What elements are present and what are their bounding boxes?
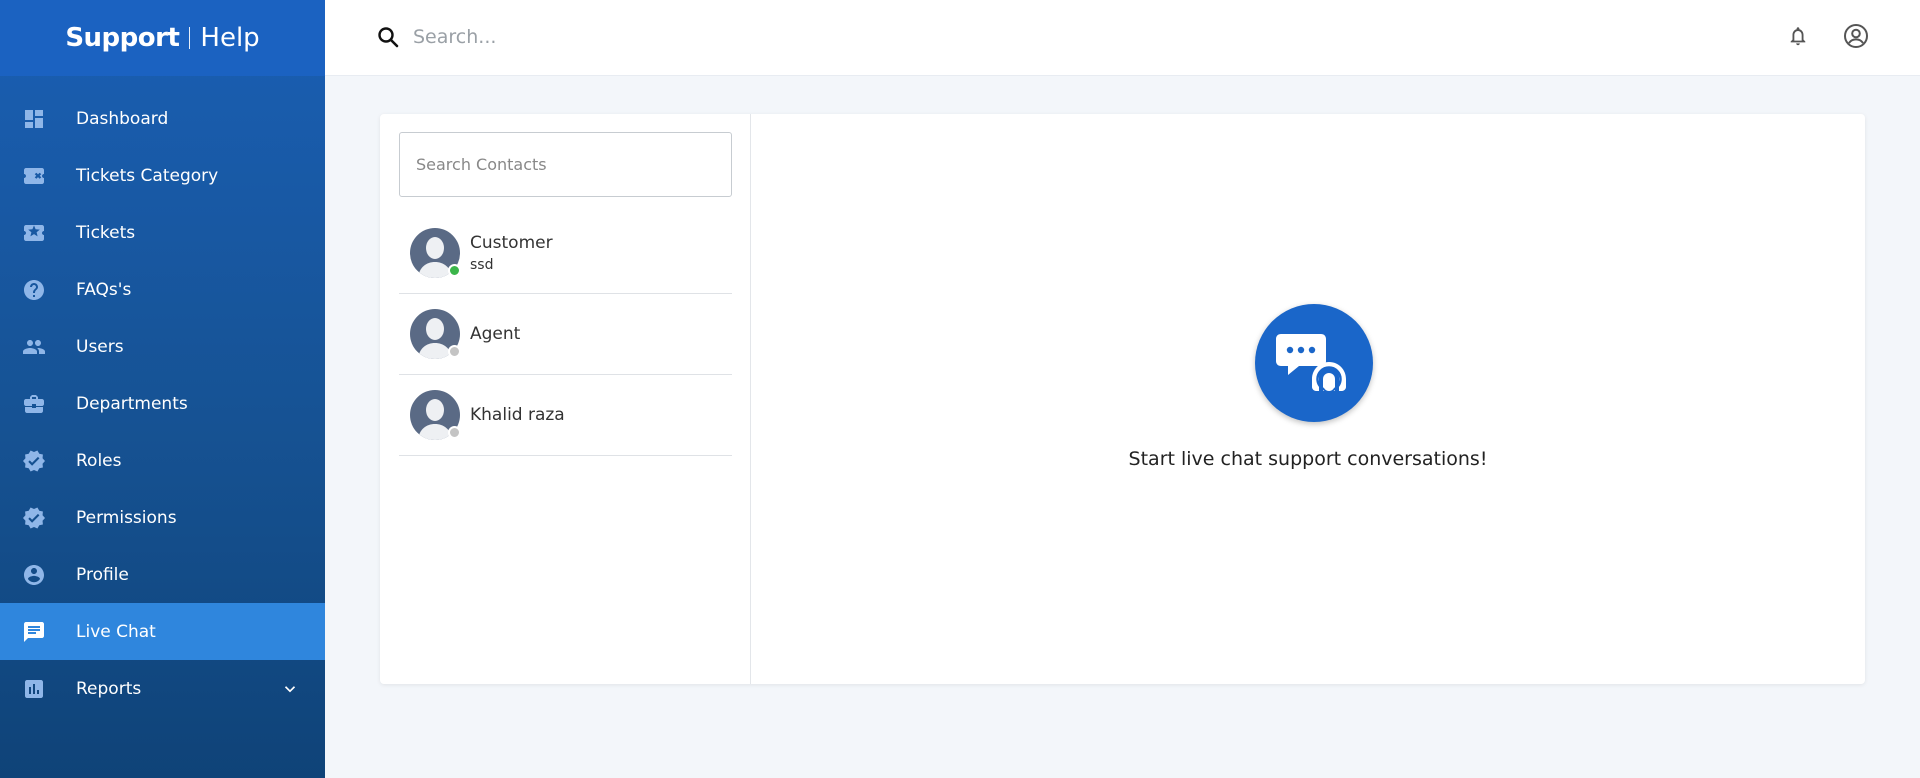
avatar (410, 390, 461, 440)
sidebar-item-label: FAQs's (76, 279, 132, 300)
sidebar-nav: Dashboard Tickets Category Tickets FAQs'… (0, 90, 325, 717)
ticket-icon (22, 221, 46, 245)
help-circle-icon (22, 278, 46, 302)
sidebar-item-label: Permissions (76, 507, 177, 528)
sidebar-item-live-chat[interactable]: Live Chat (0, 603, 325, 660)
sidebar-item-label: Departments (76, 393, 188, 414)
sidebar-item-users[interactable]: Users (0, 318, 325, 375)
user-account-icon[interactable] (1843, 23, 1869, 49)
sidebar-item-profile[interactable]: Profile (0, 546, 325, 603)
sidebar-item-departments[interactable]: Departments (0, 375, 325, 432)
ticket-icon (22, 164, 46, 188)
search-input[interactable] (413, 20, 1013, 54)
brand-primary: Support (65, 23, 180, 53)
search-contacts-input[interactable] (399, 132, 732, 197)
sidebar-item-label: Users (76, 336, 124, 357)
chat-icon (22, 620, 46, 644)
brand-secondary: Help (200, 23, 260, 53)
contact-item-agent[interactable]: Agent (399, 294, 732, 375)
chevron-down-icon[interactable] (281, 680, 299, 698)
verified-badge-icon (22, 506, 46, 530)
sidebar-item-tickets[interactable]: Tickets (0, 204, 325, 261)
sidebar-item-label: Reports (76, 678, 142, 699)
contact-info: Agent (470, 324, 520, 344)
sidebar-item-permissions[interactable]: Permissions (0, 489, 325, 546)
sidebar-item-label: Roles (76, 450, 122, 471)
brand-divider (189, 27, 191, 49)
verified-badge-icon (22, 449, 46, 473)
contact-info: Khalid raza (470, 405, 565, 425)
contact-name: Customer (470, 232, 553, 253)
sidebar-item-label: Dashboard (76, 108, 169, 129)
online-status-dot (448, 263, 461, 277)
sidebar-item-dashboard[interactable]: Dashboard (0, 90, 325, 147)
sidebar-item-label: Tickets Category (76, 165, 219, 186)
contact-name: Khalid raza (470, 405, 565, 425)
contact-last-message: ssd (470, 256, 494, 273)
users-icon (22, 335, 46, 359)
search-icon[interactable] (376, 25, 400, 49)
contact-name: Agent (470, 324, 521, 344)
sidebar-item-reports[interactable]: Reports (0, 660, 325, 717)
bell-icon[interactable] (1787, 24, 1809, 48)
contact-item-customer[interactable]: Customer ssd (399, 212, 732, 294)
contact-item-khalid-raza[interactable]: Khalid raza (399, 375, 732, 456)
top-bar (325, 0, 1920, 76)
offline-status-dot (448, 345, 461, 358)
sidebar-item-faqs[interactable]: FAQs's (0, 261, 325, 318)
contacts-panel: Customer ssd Agent Khalid (380, 114, 751, 684)
contact-list: Customer ssd Agent Khalid raza (399, 212, 732, 456)
sidebar-item-roles[interactable]: Roles (0, 432, 325, 489)
support-chat-headset-icon (1255, 304, 1373, 422)
avatar (410, 227, 461, 278)
sidebar-item-label: Profile (76, 564, 129, 585)
sidebar: Support Help Dashboard Tickets Category … (0, 0, 325, 778)
sidebar-item-label: Tickets (76, 222, 136, 243)
dashboard-icon (22, 107, 46, 131)
offline-status-dot (448, 426, 461, 439)
contact-info: Customer ssd (470, 233, 553, 273)
sidebar-item-tickets-category[interactable]: Tickets Category (0, 147, 325, 204)
chat-empty-state: Start live chat support conversations! (751, 114, 1865, 684)
brand-logo[interactable]: Support Help (0, 0, 325, 76)
empty-state-message: Start live chat support conversations! (1128, 448, 1488, 470)
avatar (410, 309, 461, 359)
report-chart-icon (22, 677, 46, 701)
live-chat-panel: Customer ssd Agent Khalid (380, 114, 1865, 684)
sidebar-item-label: Live Chat (76, 621, 156, 642)
briefcase-icon (22, 392, 46, 416)
account-circle-icon (22, 563, 46, 587)
